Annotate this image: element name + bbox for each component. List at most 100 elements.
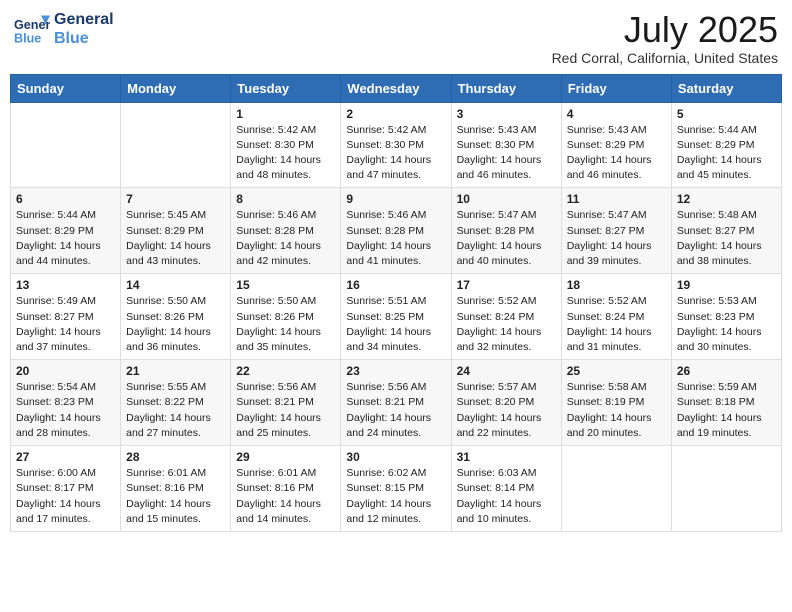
sunrise-text: Sunrise: 5:49 AM xyxy=(16,294,115,309)
sunrise-text: Sunrise: 5:44 AM xyxy=(677,123,776,138)
calendar-cell: 14 Sunrise: 5:50 AMSunset: 8:26 PMDayligh… xyxy=(121,274,231,360)
header-day-tuesday: Tuesday xyxy=(231,74,341,102)
calendar-week-3: 13Sunrise: 5:49 AMSunset: 8:27 PMDayligh… xyxy=(11,274,782,360)
logo-icon: General Blue xyxy=(14,11,50,47)
daylight-text: Daylight: 14 hours and 48 minutes. xyxy=(236,153,335,183)
daylight-text: Daylight: 14 hours and 39 minutes. xyxy=(567,239,666,269)
sunset-text: Sunset: 8:26 PM xyxy=(126,310,225,325)
day-number: 20 xyxy=(16,364,115,378)
daylight-text: Daylight: 14 hours and 41 minutes. xyxy=(346,239,445,269)
daylight-text: Daylight: 14 hours and 36 minutes. xyxy=(126,325,225,355)
header-day-monday: Monday xyxy=(121,74,231,102)
sunrise-text: Sunrise: 5:47 AM xyxy=(457,208,556,223)
header-day-sunday: Sunday xyxy=(11,74,121,102)
daylight-text: Daylight: 14 hours and 32 minutes. xyxy=(457,325,556,355)
sunset-text: Sunset: 8:21 PM xyxy=(346,395,445,410)
day-info: Sunrise: 5:42 AMSunset: 8:30 PMDaylight:… xyxy=(346,123,445,184)
sunrise-text: Sunrise: 5:56 AM xyxy=(236,380,335,395)
day-number: 9 xyxy=(346,192,445,206)
daylight-text: Daylight: 14 hours and 20 minutes. xyxy=(567,411,666,441)
sunrise-text: Sunrise: 5:43 AM xyxy=(567,123,666,138)
sunset-text: Sunset: 8:29 PM xyxy=(567,138,666,153)
title-area: July 2025 Red Corral, California, United… xyxy=(552,10,778,66)
daylight-text: Daylight: 14 hours and 43 minutes. xyxy=(126,239,225,269)
day-number: 18 xyxy=(567,278,666,292)
calendar-cell: 2 Sunrise: 5:42 AMSunset: 8:30 PMDaylight… xyxy=(341,102,451,188)
day-number: 8 xyxy=(236,192,335,206)
calendar-cell: 17Sunrise: 5:52 AMSunset: 8:24 PMDayligh… xyxy=(451,274,561,360)
logo-text: General Blue xyxy=(54,10,114,48)
sunrise-text: Sunrise: 5:56 AM xyxy=(346,380,445,395)
sunset-text: Sunset: 8:16 PM xyxy=(236,481,335,496)
day-info: Sunrise: 6:01 AMSunset: 8:16 PMDaylight:… xyxy=(126,466,225,527)
sunrise-text: Sunrise: 5:42 AM xyxy=(236,123,335,138)
sunset-text: Sunset: 8:27 PM xyxy=(16,310,115,325)
header-day-thursday: Thursday xyxy=(451,74,561,102)
daylight-text: Daylight: 14 hours and 38 minutes. xyxy=(677,239,776,269)
sunset-text: Sunset: 8:22 PM xyxy=(126,395,225,410)
sunset-text: Sunset: 8:27 PM xyxy=(567,224,666,239)
sunrise-text: Sunrise: 5:44 AM xyxy=(16,208,115,223)
sunset-text: Sunset: 8:29 PM xyxy=(126,224,225,239)
day-number: 10 xyxy=(457,192,556,206)
day-number: 3 xyxy=(457,107,556,121)
day-number: 2 xyxy=(346,107,445,121)
daylight-text: Daylight: 14 hours and 28 minutes. xyxy=(16,411,115,441)
calendar-cell: 11Sunrise: 5:47 AMSunset: 8:27 PMDayligh… xyxy=(561,188,671,274)
day-info: Sunrise: 6:02 AMSunset: 8:15 PMDaylight:… xyxy=(346,466,445,527)
day-info: Sunrise: 5:56 AMSunset: 8:21 PMDaylight:… xyxy=(236,380,335,441)
calendar-cell: 20Sunrise: 5:54 AMSunset: 8:23 PMDayligh… xyxy=(11,360,121,446)
daylight-text: Daylight: 14 hours and 45 minutes. xyxy=(677,153,776,183)
header-day-wednesday: Wednesday xyxy=(341,74,451,102)
calendar-cell: 15Sunrise: 5:50 AMSunset: 8:26 PMDayligh… xyxy=(231,274,341,360)
sunset-text: Sunset: 8:30 PM xyxy=(346,138,445,153)
sunrise-text: Sunrise: 5:59 AM xyxy=(677,380,776,395)
day-number: 7 xyxy=(126,192,225,206)
sunrise-text: Sunrise: 6:02 AM xyxy=(346,466,445,481)
day-info: Sunrise: 5:50 AMSunset: 8:26 PMDaylight:… xyxy=(126,294,225,355)
daylight-text: Daylight: 14 hours and 24 minutes. xyxy=(346,411,445,441)
sunset-text: Sunset: 8:29 PM xyxy=(677,138,776,153)
sunset-text: Sunset: 8:28 PM xyxy=(346,224,445,239)
daylight-text: Daylight: 14 hours and 17 minutes. xyxy=(16,497,115,527)
sunrise-text: Sunrise: 6:03 AM xyxy=(457,466,556,481)
calendar-cell: 1 Sunrise: 5:42 AMSunset: 8:30 PMDaylight… xyxy=(231,102,341,188)
daylight-text: Daylight: 14 hours and 22 minutes. xyxy=(457,411,556,441)
day-info: Sunrise: 6:00 AMSunset: 8:17 PMDaylight:… xyxy=(16,466,115,527)
day-info: Sunrise: 5:49 AMSunset: 8:27 PMDaylight:… xyxy=(16,294,115,355)
daylight-text: Daylight: 14 hours and 47 minutes. xyxy=(346,153,445,183)
daylight-text: Daylight: 14 hours and 44 minutes. xyxy=(16,239,115,269)
day-info: Sunrise: 5:45 AMSunset: 8:29 PMDaylight:… xyxy=(126,208,225,269)
daylight-text: Daylight: 14 hours and 15 minutes. xyxy=(126,497,225,527)
day-info: Sunrise: 5:55 AMSunset: 8:22 PMDaylight:… xyxy=(126,380,225,441)
day-number: 31 xyxy=(457,450,556,464)
calendar-cell: 12Sunrise: 5:48 AMSunset: 8:27 PMDayligh… xyxy=(671,188,781,274)
calendar-cell: 29Sunrise: 6:01 AMSunset: 8:16 PMDayligh… xyxy=(231,446,341,532)
sunset-text: Sunset: 8:15 PM xyxy=(346,481,445,496)
day-info: Sunrise: 5:43 AMSunset: 8:29 PMDaylight:… xyxy=(567,123,666,184)
daylight-text: Daylight: 14 hours and 46 minutes. xyxy=(457,153,556,183)
sunrise-text: Sunrise: 5:46 AM xyxy=(346,208,445,223)
month-title: July 2025 xyxy=(552,10,778,50)
day-number: 1 xyxy=(236,107,335,121)
day-number: 14 xyxy=(126,278,225,292)
day-number: 30 xyxy=(346,450,445,464)
daylight-text: Daylight: 14 hours and 34 minutes. xyxy=(346,325,445,355)
header-day-saturday: Saturday xyxy=(671,74,781,102)
day-number: 4 xyxy=(567,107,666,121)
day-info: Sunrise: 5:51 AMSunset: 8:25 PMDaylight:… xyxy=(346,294,445,355)
calendar-cell: 28Sunrise: 6:01 AMSunset: 8:16 PMDayligh… xyxy=(121,446,231,532)
calendar-cell: 5Sunrise: 5:44 AMSunset: 8:29 PMDaylight… xyxy=(671,102,781,188)
sunrise-text: Sunrise: 6:01 AM xyxy=(126,466,225,481)
day-info: Sunrise: 5:42 AMSunset: 8:30 PMDaylight:… xyxy=(236,123,335,184)
sunset-text: Sunset: 8:24 PM xyxy=(567,310,666,325)
daylight-text: Daylight: 14 hours and 35 minutes. xyxy=(236,325,335,355)
sunrise-text: Sunrise: 5:46 AM xyxy=(236,208,335,223)
day-info: Sunrise: 5:47 AMSunset: 8:27 PMDaylight:… xyxy=(567,208,666,269)
calendar-cell: 31Sunrise: 6:03 AMSunset: 8:14 PMDayligh… xyxy=(451,446,561,532)
day-number: 16 xyxy=(346,278,445,292)
daylight-text: Daylight: 14 hours and 14 minutes. xyxy=(236,497,335,527)
day-info: Sunrise: 5:46 AMSunset: 8:28 PMDaylight:… xyxy=(346,208,445,269)
daylight-text: Daylight: 14 hours and 40 minutes. xyxy=(457,239,556,269)
calendar-cell: 27Sunrise: 6:00 AMSunset: 8:17 PMDayligh… xyxy=(11,446,121,532)
